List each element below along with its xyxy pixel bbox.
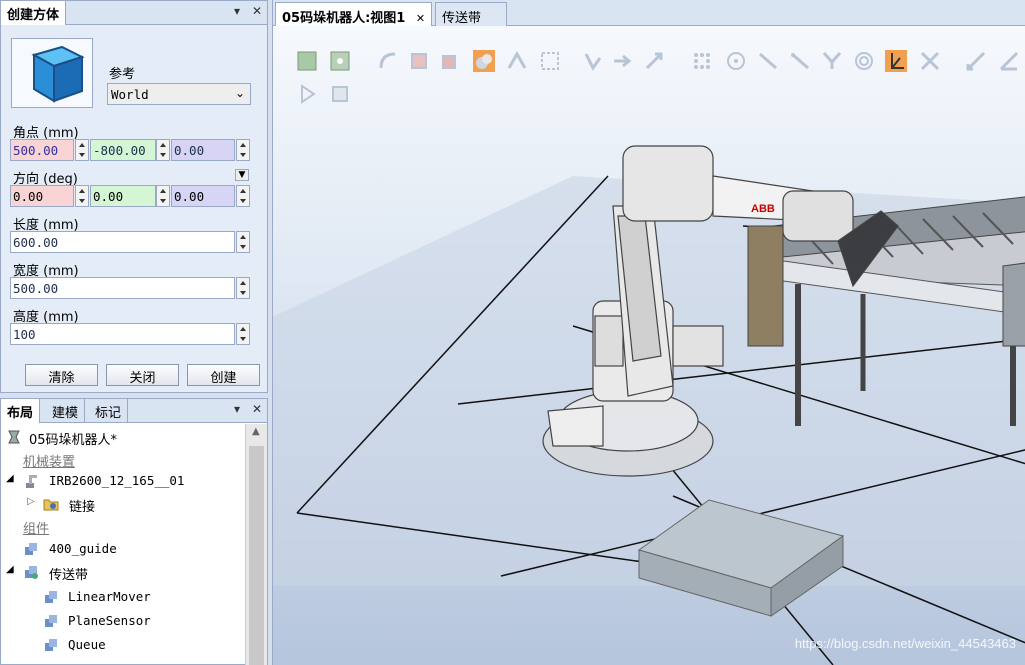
station-icon: [8, 430, 20, 444]
scroll-up-icon[interactable]: ▲: [252, 426, 260, 437]
corner-x-field[interactable]: 500.00: [10, 139, 74, 161]
clear-button[interactable]: 清除: [25, 364, 98, 386]
create-box-panel: 创建方体 ▾ ✕ 参考 World ⌄ 角点 (mm) 500.00 -800.…: [0, 0, 268, 393]
close-icon[interactable]: ✕: [252, 4, 262, 18]
direction-x-field[interactable]: 0.00: [10, 185, 74, 207]
expand-icon[interactable]: ▷: [27, 496, 35, 507]
width-spinner[interactable]: [236, 277, 250, 299]
panel-menu-icon[interactable]: ▾: [234, 4, 240, 18]
tab-modeling[interactable]: 建模: [46, 399, 86, 423]
corner-z-field[interactable]: 0.00: [171, 139, 235, 161]
close-icon[interactable]: ✕: [252, 402, 262, 416]
direction-x-spinner[interactable]: [75, 185, 89, 207]
direction-z-field[interactable]: 0.00: [171, 185, 235, 207]
watermark: https://blog.csdn.net/weixin_44543463: [794, 636, 1016, 651]
corner-x-spinner[interactable]: [75, 139, 89, 161]
length-field[interactable]: 600.00: [10, 231, 235, 253]
tab-view1[interactable]: 05码垛机器人:视图1 ✕: [275, 2, 433, 26]
tab-conveyor[interactable]: 传送带: [435, 2, 507, 26]
layout-panel-header: 布局 建模 标记 ▾ ✕: [1, 399, 267, 423]
scroll-thumb[interactable]: [249, 446, 264, 665]
box-icon: [11, 38, 93, 108]
tab-layout[interactable]: 布局: [1, 399, 41, 423]
folder-icon: [43, 499, 59, 511]
layout-panel: 布局 建模 标记 ▾ ✕ ▲ 05码垛机器人* 机械装置 ◢ IRB2600_1…: [0, 398, 268, 665]
height-field[interactable]: 100: [10, 323, 235, 345]
height-spinner[interactable]: [236, 323, 250, 345]
smart-component-icon: [25, 566, 38, 579]
tab-markup[interactable]: 标记: [89, 399, 129, 423]
robot-name: IRB2600_12_165__01: [49, 473, 185, 488]
panel-menu-icon[interactable]: ▾: [234, 402, 240, 416]
collapse-icon[interactable]: ◢: [6, 564, 14, 575]
create-box-panel-header: 创建方体 ▾ ✕: [1, 1, 267, 25]
3d-scene[interactable]: ABB https://blog.csdn.net/weixin_4454346…: [273, 26, 1025, 665]
component-icon: [45, 615, 57, 627]
width-field[interactable]: 500.00: [10, 277, 235, 299]
direction-z-spinner[interactable]: [236, 185, 250, 207]
corner-y-field[interactable]: -800.00: [90, 139, 156, 161]
close-icon[interactable]: ✕: [416, 12, 425, 25]
component-icon: [25, 543, 37, 555]
close-button[interactable]: 关闭: [106, 364, 179, 386]
reference-select[interactable]: World ⌄: [107, 83, 251, 105]
create-button[interactable]: 创建: [187, 364, 260, 386]
scene-geometry: ABB: [273, 145, 1025, 665]
direction-y-spinner[interactable]: [156, 185, 170, 207]
conveyor-name: 传送带: [49, 568, 89, 583]
chevron-down-icon: ⌄: [234, 86, 245, 100]
direction-expand-icon[interactable]: ▼: [235, 169, 249, 181]
direction-y-field[interactable]: 0.00: [90, 185, 156, 207]
create-box-tab[interactable]: 创建方体: [1, 1, 67, 25]
reference-label: 参考: [109, 67, 136, 82]
robot-icon: [26, 475, 37, 488]
length-spinner[interactable]: [236, 231, 250, 253]
viewport: 05码垛机器人:视图1 ✕ 传送带 ABB https://blog.csdn.…: [272, 0, 1025, 665]
corner-y-spinner[interactable]: [156, 139, 170, 161]
component-icon: [45, 639, 57, 651]
collapse-icon[interactable]: ◢: [6, 473, 14, 484]
robot-brand-label: ABB: [751, 203, 775, 215]
component-icon: [45, 591, 57, 603]
station-name: 05码垛机器人*: [29, 433, 118, 448]
tree-scrollbar[interactable]: ▲: [245, 424, 267, 665]
reference-value: World: [111, 87, 149, 102]
corner-z-spinner[interactable]: [236, 139, 250, 161]
guide-name: 400_guide: [49, 541, 117, 556]
viewport-tabs: 05码垛机器人:视图1 ✕ 传送带: [273, 0, 1025, 26]
links-label: 链接: [69, 500, 96, 515]
